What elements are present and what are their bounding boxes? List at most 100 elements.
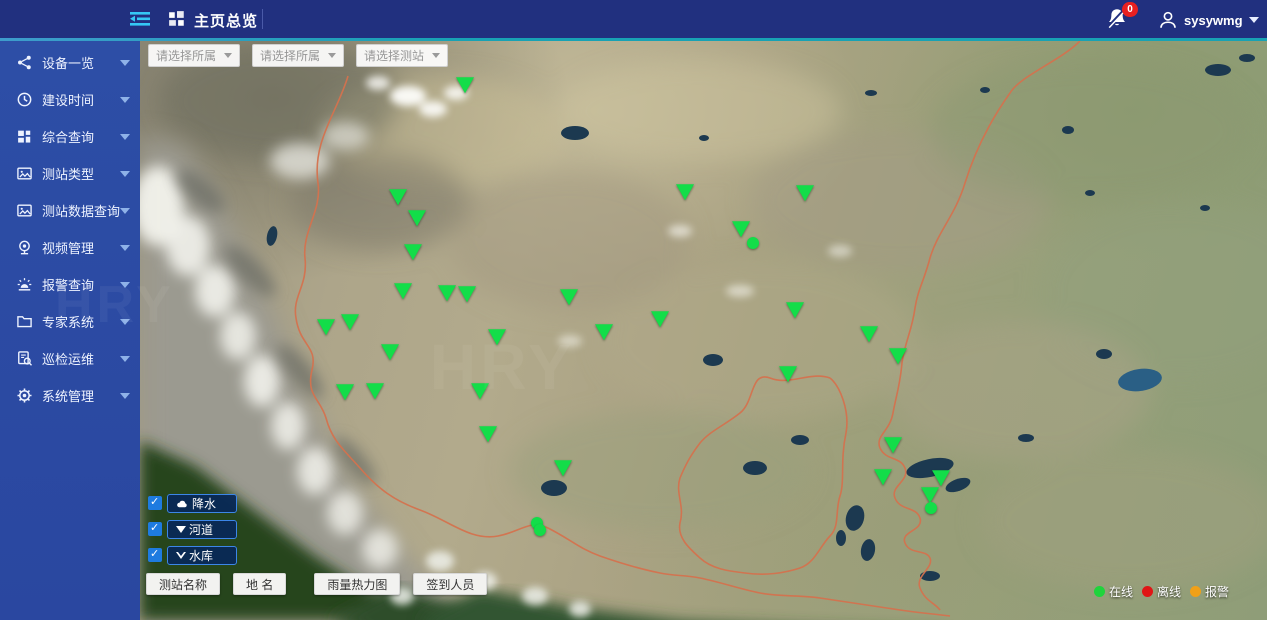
sidebar-item-alarm-query[interactable]: 报警查询: [0, 266, 140, 303]
station-marker[interactable]: [404, 244, 422, 260]
triangle-down-outline-icon: [176, 552, 186, 559]
page-title: 主页总览: [194, 10, 258, 31]
rainfall-heatmap-button[interactable]: 雨量热力图: [314, 573, 400, 595]
chevron-down-icon: [120, 97, 130, 103]
select-placeholder: 请选择测站: [364, 47, 424, 64]
sidebar-item-comprehensive-query[interactable]: 综合查询: [0, 118, 140, 155]
station-marker[interactable]: [732, 221, 750, 237]
layer-label: 河道: [189, 521, 213, 538]
sidebar-item-build-time[interactable]: 建设时间: [0, 81, 140, 118]
alarm-dot-icon: [1190, 586, 1201, 597]
station-marker[interactable]: [408, 210, 426, 226]
station-marker[interactable]: [488, 329, 506, 345]
legend-alarm: 报警: [1190, 583, 1229, 600]
sidebar-item-station-type[interactable]: 测站类型: [0, 155, 140, 192]
station-marker[interactable]: [779, 366, 797, 382]
station-marker[interactable]: [389, 189, 407, 205]
chevron-down-icon: [120, 356, 130, 362]
select-placeholder: 请选择所属: [156, 47, 216, 64]
layer-precipitation[interactable]: 降水: [148, 493, 237, 513]
sidebar-item-label: 建设时间: [42, 90, 120, 109]
station-marker[interactable]: [554, 460, 572, 476]
sidebar-item-expert-system[interactable]: 专家系统: [0, 303, 140, 340]
station-marker[interactable]: [560, 289, 578, 305]
station-marker[interactable]: [381, 344, 399, 360]
checkbox-checked[interactable]: [148, 522, 162, 536]
chevron-down-icon: [120, 282, 130, 288]
station-marker[interactable]: [651, 311, 669, 327]
checkbox-checked[interactable]: [148, 548, 162, 562]
station-marker[interactable]: [336, 384, 354, 400]
filter-bar: 请选择所属 请选择所属 请选择测站: [148, 44, 448, 67]
layer-toggles: 降水 河道 水库: [148, 493, 237, 571]
legend-offline: 离线: [1142, 583, 1181, 600]
sidebar-item-inspection-ops[interactable]: 巡检运维: [0, 340, 140, 377]
notification-bell-icon[interactable]: 0: [1104, 6, 1136, 34]
select-affiliation-2[interactable]: 请选择所属: [252, 44, 344, 67]
chevron-down-icon: [120, 60, 130, 66]
legend-label: 报警: [1205, 583, 1229, 600]
layer-river[interactable]: 河道: [148, 519, 237, 539]
station-marker[interactable]: [889, 348, 907, 364]
map-button-bar: 测站名称 地 名 雨量热力图 签到人员: [146, 573, 487, 595]
sidebar-item-label: 测站类型: [42, 164, 120, 183]
station-marker[interactable]: [860, 326, 878, 342]
header-accent-line: [0, 38, 1267, 41]
station-marker[interactable]: [925, 502, 937, 514]
sidebar-item-device-overview[interactable]: 设备一览: [0, 44, 140, 81]
station-marker[interactable]: [884, 437, 902, 453]
station-marker[interactable]: [458, 286, 476, 302]
station-marker[interactable]: [471, 383, 489, 399]
layer-reservoir[interactable]: 水库: [148, 545, 237, 565]
station-marker[interactable]: [786, 302, 804, 318]
station-marker[interactable]: [921, 487, 939, 503]
station-marker[interactable]: [796, 185, 814, 201]
sidebar-nav: 设备一览 建设时间 综合查询 测站类型 测站数据查询 视频管理 报警查询 专家系…: [0, 41, 140, 620]
folder-icon: [16, 313, 33, 330]
image-icon: [16, 202, 33, 219]
chevron-down-icon: [120, 171, 130, 177]
select-station[interactable]: 请选择测站: [356, 44, 448, 67]
chevron-down-icon: [120, 319, 130, 325]
station-marker[interactable]: [874, 469, 892, 485]
station-marker[interactable]: [932, 470, 950, 486]
station-marker[interactable]: [676, 184, 694, 200]
station-marker[interactable]: [534, 524, 546, 536]
station-marker[interactable]: [747, 237, 759, 249]
chevron-down-icon: [1249, 17, 1259, 23]
user-menu[interactable]: sysywmg: [1158, 8, 1259, 32]
gear-icon: [16, 387, 33, 404]
offline-dot-icon: [1142, 586, 1153, 597]
place-name-button[interactable]: 地 名: [233, 573, 286, 595]
station-marker[interactable]: [341, 314, 359, 330]
sidebar-item-station-data-query[interactable]: 测站数据查询: [0, 192, 140, 229]
station-marker[interactable]: [595, 324, 613, 340]
sidebar-collapse-icon[interactable]: [128, 9, 152, 29]
station-marker[interactable]: [438, 285, 456, 301]
station-marker[interactable]: [456, 77, 474, 93]
sidebar-item-system-management[interactable]: 系统管理: [0, 377, 140, 414]
chevron-down-icon: [120, 134, 130, 140]
checkin-personnel-button[interactable]: 签到人员: [413, 573, 487, 595]
layer-label: 降水: [192, 495, 216, 512]
map-canvas[interactable]: 请选择所属 请选择所属 请选择测站 降水 河道: [140, 41, 1267, 620]
station-name-button[interactable]: 测站名称: [146, 573, 220, 595]
station-marker[interactable]: [317, 319, 335, 335]
station-marker[interactable]: [479, 426, 497, 442]
user-avatar-icon: [1158, 10, 1178, 30]
sidebar-item-label: 视频管理: [42, 238, 120, 257]
layer-label: 水库: [189, 547, 213, 564]
title-divider: [262, 9, 263, 29]
markers-layer: [140, 41, 1267, 620]
online-dot-icon: [1094, 586, 1105, 597]
station-marker[interactable]: [366, 383, 384, 399]
checkbox-checked[interactable]: [148, 496, 162, 510]
sidebar-item-video-management[interactable]: 视频管理: [0, 229, 140, 266]
station-marker[interactable]: [394, 283, 412, 299]
clock-icon: [16, 91, 33, 108]
sidebar-item-label: 专家系统: [42, 312, 120, 331]
cloud-icon: [176, 498, 189, 509]
select-affiliation-1[interactable]: 请选择所属: [148, 44, 240, 67]
legend-online: 在线: [1094, 583, 1133, 600]
sidebar-item-label: 报警查询: [42, 275, 120, 294]
